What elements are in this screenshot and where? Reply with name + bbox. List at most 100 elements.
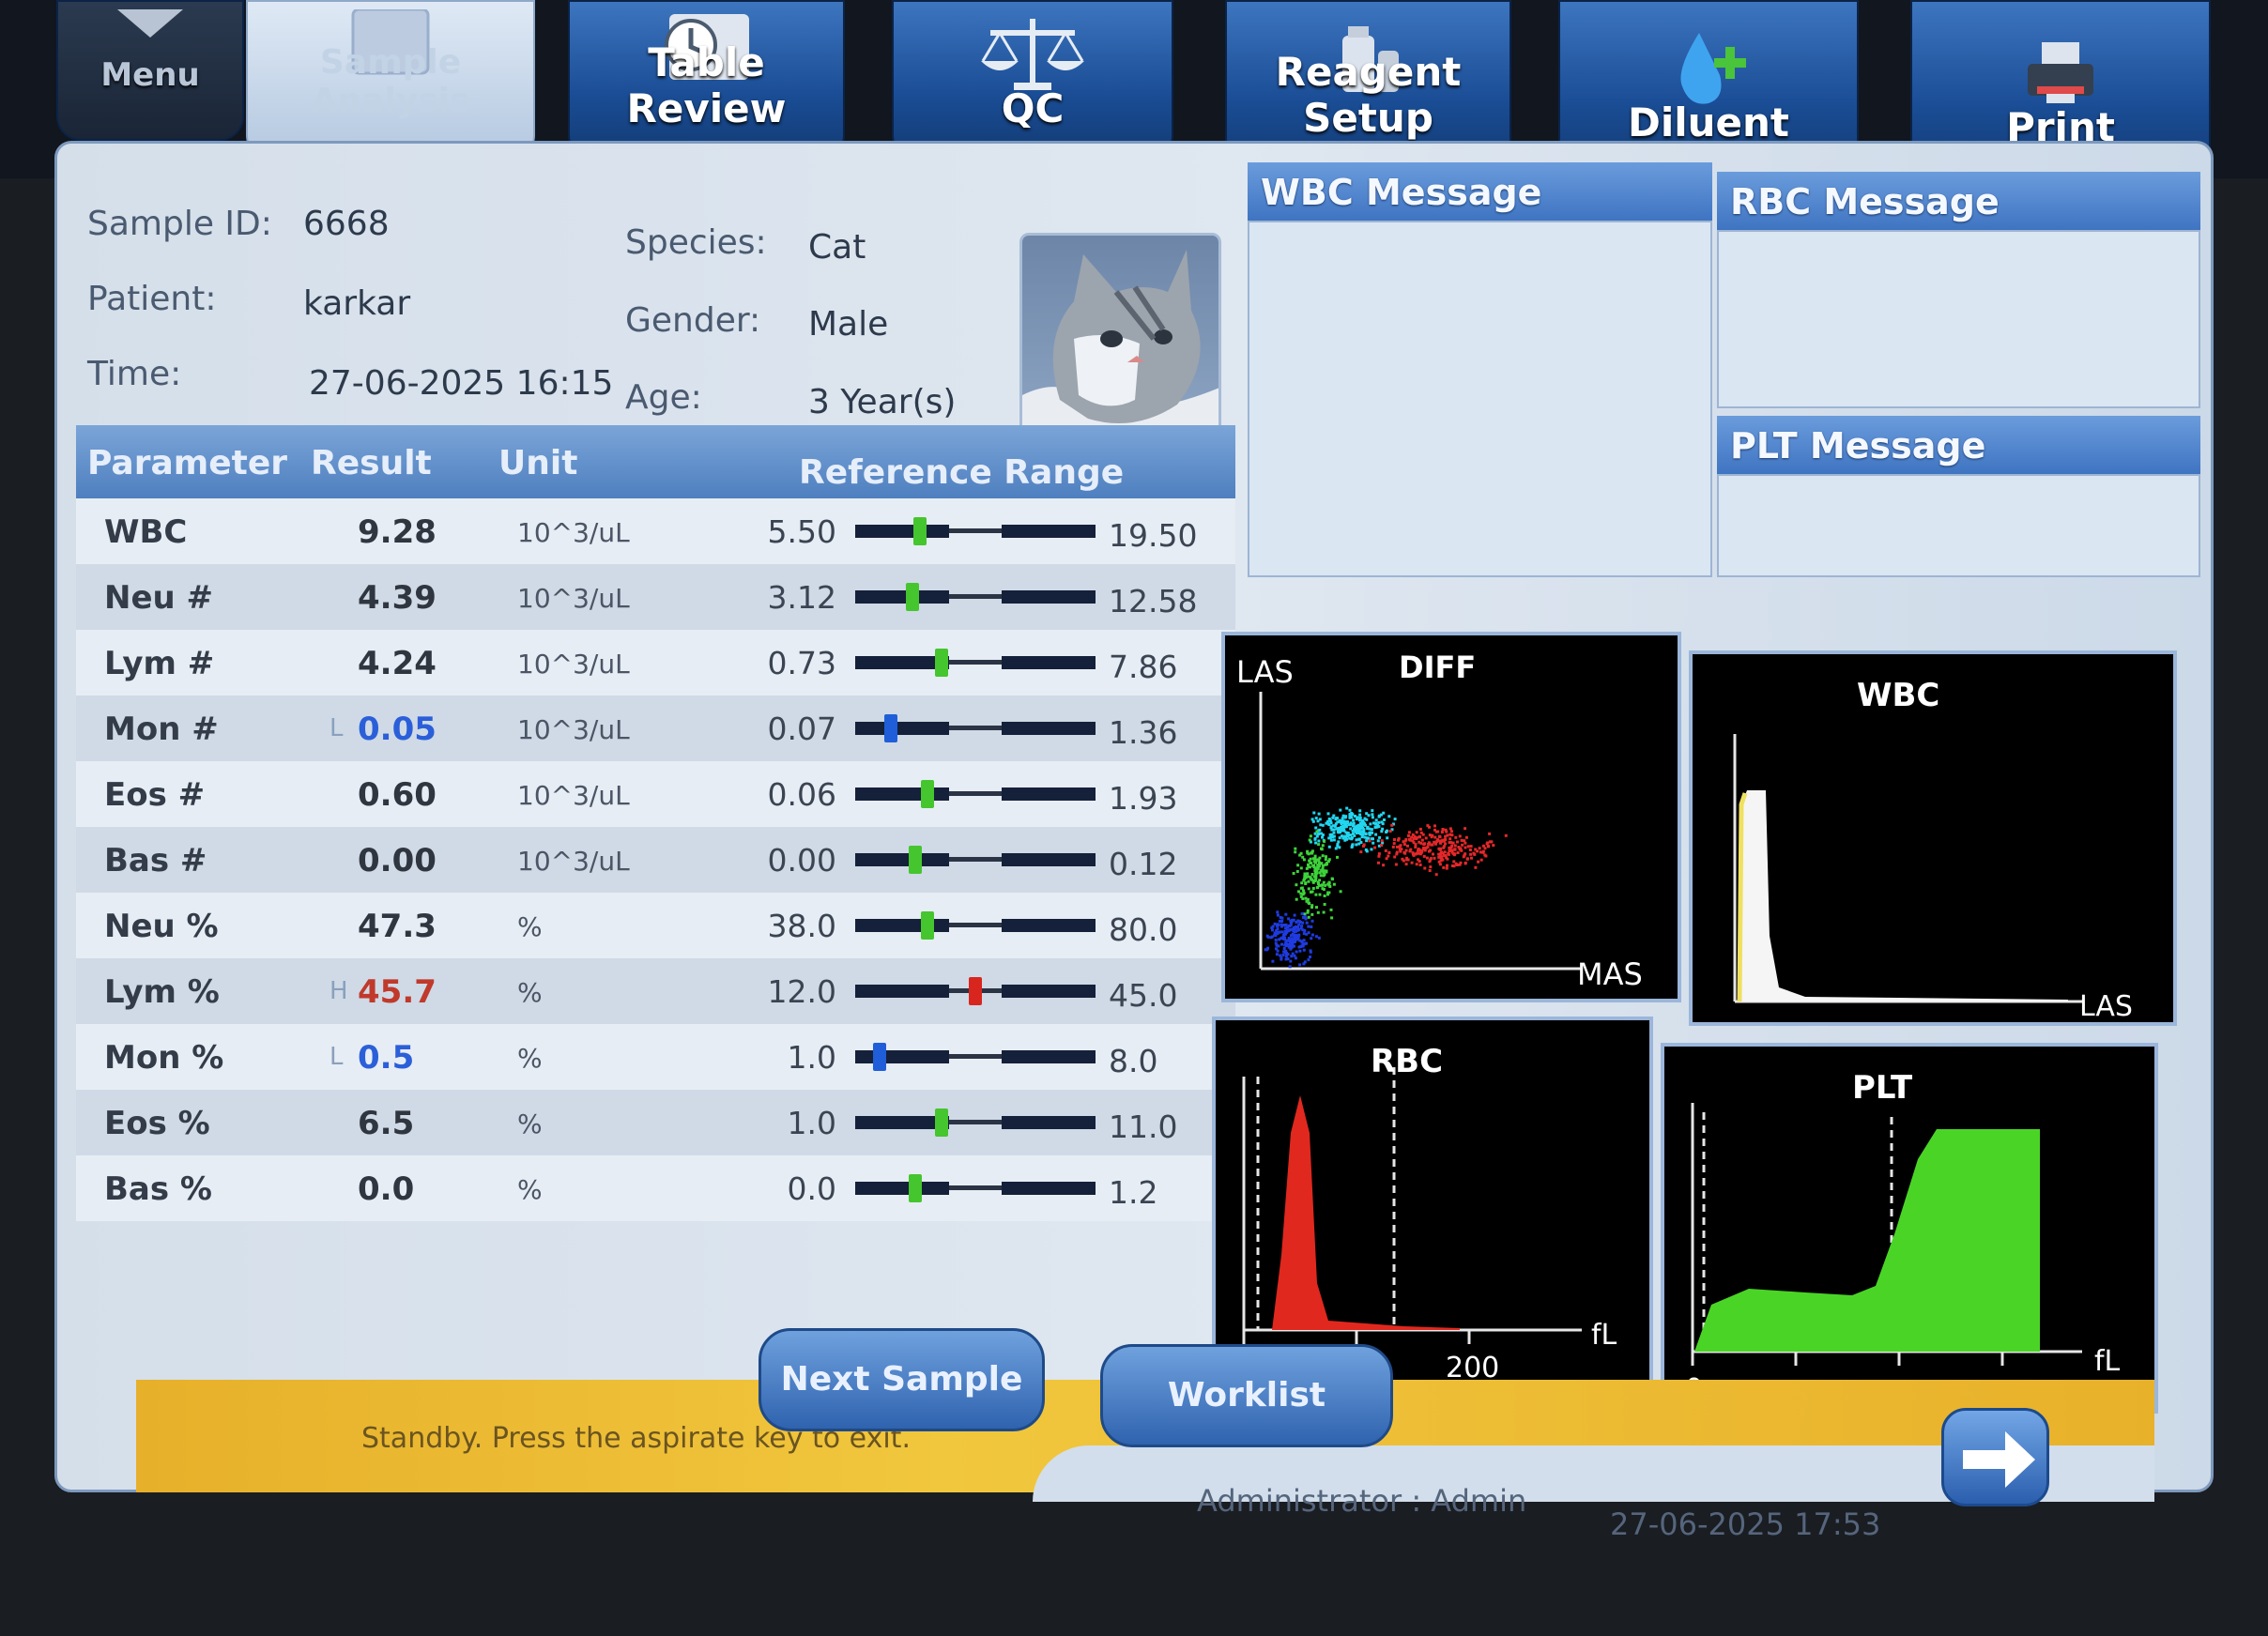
range-low-segment [855, 1182, 949, 1195]
parameter-name: Eos # [104, 776, 206, 814]
diff-x-label: MAS [1577, 956, 1643, 992]
tab-qc[interactable]: QC [892, 0, 1173, 160]
range-high: 45.0 [1109, 977, 1178, 1014]
range-low: 0.06 [767, 776, 836, 813]
table-row[interactable]: Neu # 4.39 10^3/uL 3.12 12.58 [76, 564, 1235, 630]
table-row[interactable]: Bas % 0.0% 0.0 1.2 [76, 1155, 1235, 1221]
table-row[interactable]: Eos % 6.5% 1.0 11.0 [76, 1090, 1235, 1155]
table-row[interactable]: Mon # L 0.05 10^3/uL 0.07 1.36 [76, 696, 1235, 761]
unit: 10^3/uL [517, 517, 630, 548]
patient-value: karkar [303, 284, 411, 323]
header-reference-range: Reference Range [799, 453, 1125, 492]
parameter-table-header: Parameter Result Unit Reference Range [76, 425, 1235, 498]
result-value: 0.05 [358, 711, 437, 748]
table-row[interactable]: Eos # 0.60 10^3/uL 0.06 1.93 [76, 761, 1235, 827]
result-value: 4.24 [358, 645, 437, 682]
range-high-segment [1002, 590, 1096, 604]
worklist-button[interactable]: Worklist [1100, 1344, 1393, 1447]
range-high: 1.93 [1109, 780, 1178, 817]
range-low: 3.12 [767, 579, 836, 616]
patient-label: Patient: [87, 280, 217, 318]
range-high-segment [1002, 656, 1096, 669]
tab-label: Table Review [626, 39, 787, 131]
range-low: 38.0 [767, 908, 836, 944]
header-unit: Unit [498, 444, 578, 482]
parameter-name: Neu # [104, 579, 214, 617]
result-flag: L [329, 1043, 344, 1071]
header-result: Result [311, 444, 432, 482]
result-flag: H [329, 977, 348, 1005]
range-high: 0.12 [1109, 846, 1178, 882]
unit: % [517, 1043, 543, 1074]
species-avatar [1019, 233, 1221, 444]
sample-id-value: 6668 [303, 205, 390, 243]
next-sample-button[interactable]: Next Sample [759, 1328, 1045, 1431]
table-row[interactable]: Lym % H 45.7% 12.0 45.0 [76, 958, 1235, 1024]
range-low: 5.50 [767, 513, 836, 550]
time-label: Time: [87, 355, 182, 393]
gender-label: Gender: [625, 301, 761, 340]
unit: % [517, 1109, 543, 1139]
time-value: 27-06-2025 16:15 [309, 364, 614, 403]
range-high-segment [1002, 722, 1096, 735]
parameter-name: WBC [104, 513, 188, 551]
plt-histogram: PLT 0 10 20 30 fL [1661, 1043, 2158, 1414]
result-marker [909, 846, 922, 874]
unit: 10^3/uL [517, 714, 630, 745]
range-low-segment [855, 590, 949, 604]
range-low-segment [855, 919, 949, 932]
range-high: 12.58 [1109, 583, 1198, 619]
unit: % [517, 911, 543, 942]
cat-icon [1022, 250, 1218, 441]
diff-y-label: LAS [1236, 654, 1294, 690]
age-label: Age: [625, 378, 702, 417]
range-high: 11.0 [1109, 1109, 1178, 1145]
plt-message-header: PLT Message [1717, 416, 2200, 474]
status-datetime: 27-06-2025 17:53 [1610, 1506, 1881, 1542]
wbc-histogram: WBC LAS [1689, 650, 2177, 1026]
wbc-histogram-title: WBC [1857, 677, 1939, 714]
table-row[interactable]: Bas # 0.00 10^3/uL 0.00 0.12 [76, 827, 1235, 893]
tab-table-review[interactable]: Table Review [568, 0, 845, 160]
diff-title: DIFF [1399, 650, 1476, 685]
range-low-segment [855, 853, 949, 866]
arrow-right-icon [1949, 1431, 2043, 1508]
table-row[interactable]: Neu % 47.3% 38.0 80.0 [76, 893, 1235, 958]
parameter-name: Lym # [104, 645, 215, 682]
sample-analysis-panel: Sample ID: 6668 Patient: karkar Time: 27… [54, 141, 2214, 1492]
result-marker [920, 780, 934, 808]
parameter-name: Eos % [104, 1105, 210, 1142]
result-value: 0.0 [358, 1170, 415, 1208]
result-value: 45.7 [358, 973, 437, 1011]
range-high: 8.0 [1109, 1043, 1158, 1079]
tab-label: Reagent Setup [1275, 49, 1462, 141]
range-high: 7.86 [1109, 649, 1178, 685]
result-marker [906, 583, 920, 611]
wbc-message-header: WBC Message [1248, 162, 1712, 221]
next-page-button[interactable] [1941, 1408, 2049, 1506]
result-marker [884, 714, 898, 742]
wbc-histogram-x-label: LAS [2079, 990, 2133, 1022]
table-row[interactable]: Mon % L 0.5% 1.0 8.0 [76, 1024, 1235, 1090]
result-value: 0.5 [358, 1039, 415, 1077]
parameter-name: Lym % [104, 973, 220, 1011]
range-low-segment [855, 525, 949, 538]
parameter-name: Bas % [104, 1170, 212, 1208]
result-marker [920, 911, 934, 940]
table-row[interactable]: WBC 9.28 10^3/uL 5.50 19.50 [76, 498, 1235, 564]
table-row[interactable]: Lym # 4.24 10^3/uL 0.73 7.86 [76, 630, 1235, 696]
sample-id-label: Sample ID: [87, 205, 272, 243]
unit: 10^3/uL [517, 846, 630, 877]
menu-button[interactable]: Menu [56, 0, 244, 141]
result-value: 47.3 [358, 908, 437, 945]
range-high-segment [1002, 1116, 1096, 1129]
range-high: 1.36 [1109, 714, 1178, 751]
rbc-message-header: RBC Message [1717, 172, 2200, 230]
result-marker [909, 1174, 922, 1202]
tab-sample-analysis[interactable]: Sample Analysis [246, 0, 535, 160]
unit: % [517, 977, 543, 1008]
unit: 10^3/uL [517, 649, 630, 680]
unit: 10^3/uL [517, 780, 630, 811]
result-value: 0.60 [358, 776, 437, 814]
result-marker [935, 1109, 949, 1137]
